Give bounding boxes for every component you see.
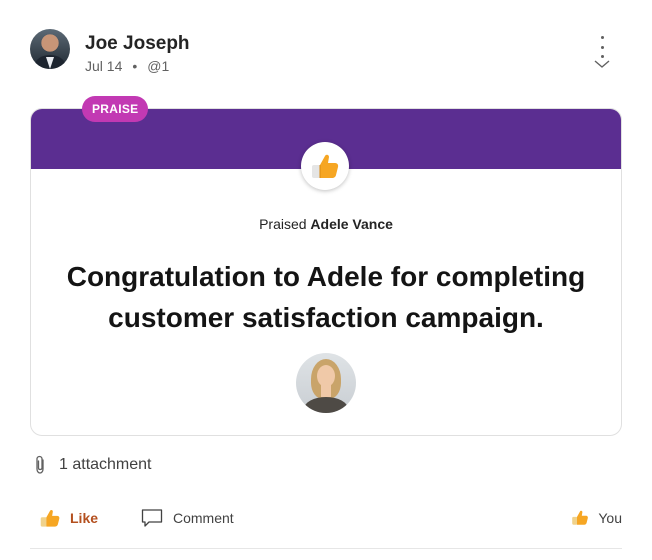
post-meta: Jul 14 • @1 — [85, 58, 169, 74]
thumbs-up-icon — [312, 154, 339, 178]
comment-button[interactable]: Comment — [141, 508, 234, 528]
like-button[interactable]: Like — [39, 508, 98, 528]
avatar-face — [317, 365, 335, 387]
author-avatar[interactable] — [30, 29, 70, 69]
attachment-link[interactable]: 1 attachment — [33, 455, 152, 475]
like-label: Like — [70, 510, 99, 526]
post-date[interactable]: Jul 14 — [85, 58, 122, 74]
recipient-avatar[interactable] — [296, 353, 356, 413]
thumbs-up-icon — [40, 509, 60, 527]
praise-icon-circle — [301, 142, 349, 190]
divider — [30, 548, 622, 549]
praised-line: Praised Adele Vance — [30, 216, 622, 232]
reaction-summary[interactable]: You — [571, 509, 622, 526]
attachment-label: 1 attachment — [59, 456, 152, 473]
thumbs-up-icon — [572, 510, 589, 525]
praised-prefix: Praised — [259, 216, 307, 232]
author-name[interactable]: Joe Joseph — [85, 33, 190, 55]
praise-badge: PRAISE — [82, 96, 149, 122]
more-vertical-icon[interactable] — [590, 36, 614, 58]
reactor-label: You — [598, 509, 622, 526]
praised-recipient[interactable]: Adele Vance — [310, 216, 393, 232]
praise-message: Congratulation to Adele for completing c… — [66, 261, 586, 333]
meta-separator: • — [132, 58, 138, 74]
paperclip-icon — [36, 455, 44, 474]
comment-icon — [141, 509, 163, 527]
chevron-down-icon[interactable] — [593, 58, 611, 70]
avatar-body — [304, 397, 348, 413]
post-mention[interactable]: @1 — [147, 58, 169, 74]
comment-label: Comment — [173, 510, 234, 526]
post-actions: Like Comment You — [30, 505, 622, 537]
